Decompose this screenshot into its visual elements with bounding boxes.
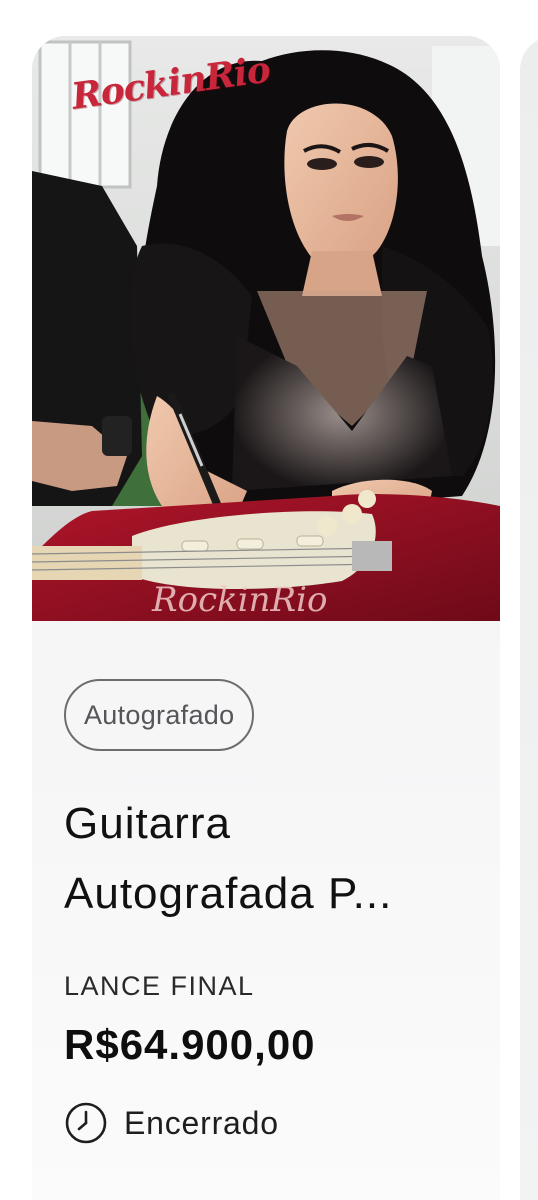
item-title[interactable]: Guitarra Autografada P... <box>64 789 474 929</box>
auction-status: Encerrado <box>64 1101 279 1145</box>
auction-card[interactable]: RockinRio RockinRio Autografado Guitarra… <box>32 36 500 1200</box>
photo-illustration: RockinRio <box>32 36 500 621</box>
svg-text:RockinRio: RockinRio <box>151 580 327 620</box>
autographed-tag: Autografado <box>64 679 255 751</box>
auction-screen: RockinRio RockinRio Autografado Guitarra… <box>0 0 538 1200</box>
auction-image[interactable]: RockinRio RockinRio <box>32 36 500 621</box>
status-text: Encerrado <box>124 1104 279 1141</box>
final-bid-price: R$64.900,00 <box>64 1021 316 1068</box>
item-title-line-2: Autografada P... <box>64 869 393 918</box>
item-title-line-1: Guitarra <box>64 799 231 848</box>
next-auction-card-peek[interactable] <box>520 36 538 1200</box>
clock-icon <box>65 1102 107 1144</box>
final-bid-label: LANCE FINAL <box>64 971 255 1001</box>
